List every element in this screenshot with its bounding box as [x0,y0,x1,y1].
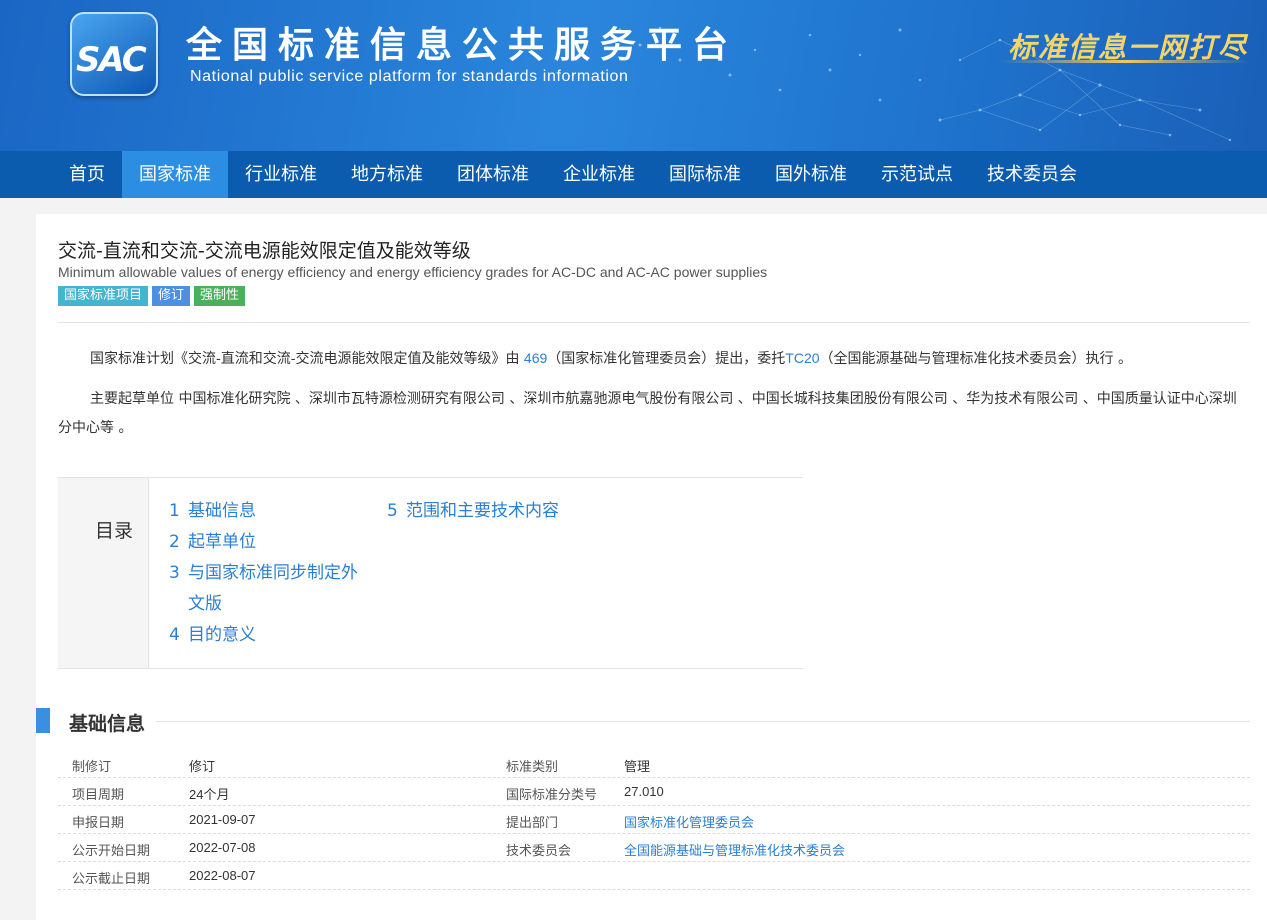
toc-item-foreign-version[interactable]: 3 与国家标准同步制定外文版 [169,558,369,620]
label-ics-code: 国际标准分类号 [506,788,598,803]
toc-text: 起草单位 [188,532,256,552]
plan-paragraph: 国家标准计划《交流-直流和交流-交流电源能效限定值及能效等级》由 469（国家标… [58,344,1250,374]
tag-mandatory: 强制性 [194,286,246,306]
toc-item-scope[interactable]: 5 范围和主要技术内容 [387,496,647,527]
table-row: 公示开始日期 2022-07-08 技术委员会 全国能源基础与管理标准化技术委员… [58,834,1250,862]
plan-text-prefix: 国家标准计划《交流-直流和交流-交流电源能效限定值及能效等级》由 [90,351,524,367]
tag-national-project: 国家标准项目 [58,286,149,306]
standard-title: 交流-直流和交流-交流电源能效限定值及能效等级 [58,240,471,262]
section-line [156,721,1250,722]
value-publicity-start: 2022-07-08 [189,840,256,855]
value-apply-date: 2021-09-07 [189,812,256,827]
slogan-underline [1000,60,1250,63]
divider [58,322,1250,323]
table-row: 申报日期 2021-09-07 提出部门 国家标准化管理委员会 [58,806,1250,834]
toc-item-purpose[interactable]: 4 目的意义 [169,620,369,651]
section-marker [36,708,50,733]
label-apply-date: 申报日期 [72,816,125,831]
label-project-period: 项目周期 [72,788,125,803]
label-revision-type: 制修订 [72,760,112,775]
toc-item-basic-info[interactable]: 1 基础信息 [169,496,369,527]
value-standard-category: 管理 [624,760,651,775]
nav-item-enterprise-standards[interactable]: 企业标准 [546,151,652,198]
nav-item-technical-committees[interactable]: 技术委员会 [970,151,1094,198]
header-banner: SAC 全国标准信息公共服务平台 National public service… [0,0,1267,151]
site-subtitle: National public service platform for sta… [190,68,629,85]
value-revision-type: 修订 [189,760,216,775]
table-row: 公示截止日期 2022-08-07 [58,862,1250,890]
nav-item-local-standards[interactable]: 地方标准 [334,151,440,198]
standard-title-en: Minimum allowable values of energy effic… [58,264,768,280]
nav-item-group-standards[interactable]: 团体标准 [440,151,546,198]
site-title: 全国标准信息公共服务平台 [186,25,739,66]
toc-text: 范围和主要技术内容 [406,501,559,521]
toc-item-drafters[interactable]: 2 起草单位 [169,527,369,558]
toc-num: 4 [169,625,180,645]
content-panel: 交流-直流和交流-交流电源能效限定值及能效等级 Minimum allowabl… [36,214,1267,920]
link-proposing-dept[interactable]: 国家标准化管理委员会 [624,812,754,831]
tag-list: 国家标准项目 修订 强制性 [58,286,246,306]
label-technical-committee: 技术委员会 [506,844,572,859]
nav-item-home[interactable]: 首页 [52,151,122,198]
nav-item-foreign-standards[interactable]: 国外标准 [758,151,864,198]
toc-label: 目录 [95,520,134,542]
toc-num: 1 [169,501,180,521]
tc-link[interactable]: TC20 [785,350,819,366]
toc-column-1: 1 基础信息 2 起草单位 3 与国家标准同步制定外文版 4 目的意义 [169,496,369,651]
link-technical-committee[interactable]: 全国能源基础与管理标准化技术委员会 [624,840,845,859]
toc-num: 5 [387,501,398,521]
toc-text: 与国家标准同步制定外文版 [188,563,358,614]
toc-text: 目的意义 [188,625,256,645]
table-of-contents: 目录 1 基础信息 2 起草单位 3 与国家标准同步制定外文版 4 目的意义 5 范围和主… [58,477,803,669]
toc-label-box: 目录 [58,478,149,668]
nav-item-pilot-demo[interactable]: 示范试点 [864,151,970,198]
label-proposing-dept: 提出部门 [506,816,559,831]
main-nav: 首页 国家标准 行业标准 地方标准 团体标准 企业标准 国际标准 国外标准 示范… [0,151,1267,198]
label-publicity-start: 公示开始日期 [72,844,151,859]
logo-text: SAC [76,40,147,80]
nav-item-international-standards[interactable]: 国际标准 [652,151,758,198]
section-title-basic-info: 基础信息 [69,709,156,736]
value-ics-code: 27.010 [624,784,664,799]
nav-item-industry-standards[interactable]: 行业标准 [228,151,334,198]
tag-revision: 修订 [152,286,191,306]
value-project-period: 24个月 [189,787,230,802]
sac-logo[interactable]: SAC [70,12,158,96]
plan-text-suffix: （全国能源基础与管理标准化技术委员会）执行 。 [819,351,1132,367]
label-publicity-end: 公示截止日期 [72,872,151,887]
proposer-link[interactable]: 469 [524,350,547,366]
toc-num: 3 [169,563,180,583]
nav-item-national-standards[interactable]: 国家标准 [122,151,228,198]
drafters-paragraph: 主要起草单位 中国标准化研究院 、深圳市瓦特源检测研究有限公司 、深圳市航嘉驰源… [58,391,1237,436]
plan-text-mid: （国家标准化管理委员会）提出，委托 [547,351,786,367]
toc-num: 2 [169,532,180,552]
table-row: 制修订 修订 标准类别 管理 [58,750,1250,778]
table-row: 项目周期 24个月 国际标准分类号 27.010 [58,778,1250,806]
value-publicity-end: 2022-08-07 [189,868,256,883]
toc-column-2: 5 范围和主要技术内容 [387,496,647,527]
label-standard-category: 标准类别 [506,760,559,775]
basic-info-table: 制修订 修订 标准类别 管理 项目周期 24个月 国际标准分类号 27.010 … [58,750,1250,890]
toc-text: 基础信息 [188,501,256,521]
